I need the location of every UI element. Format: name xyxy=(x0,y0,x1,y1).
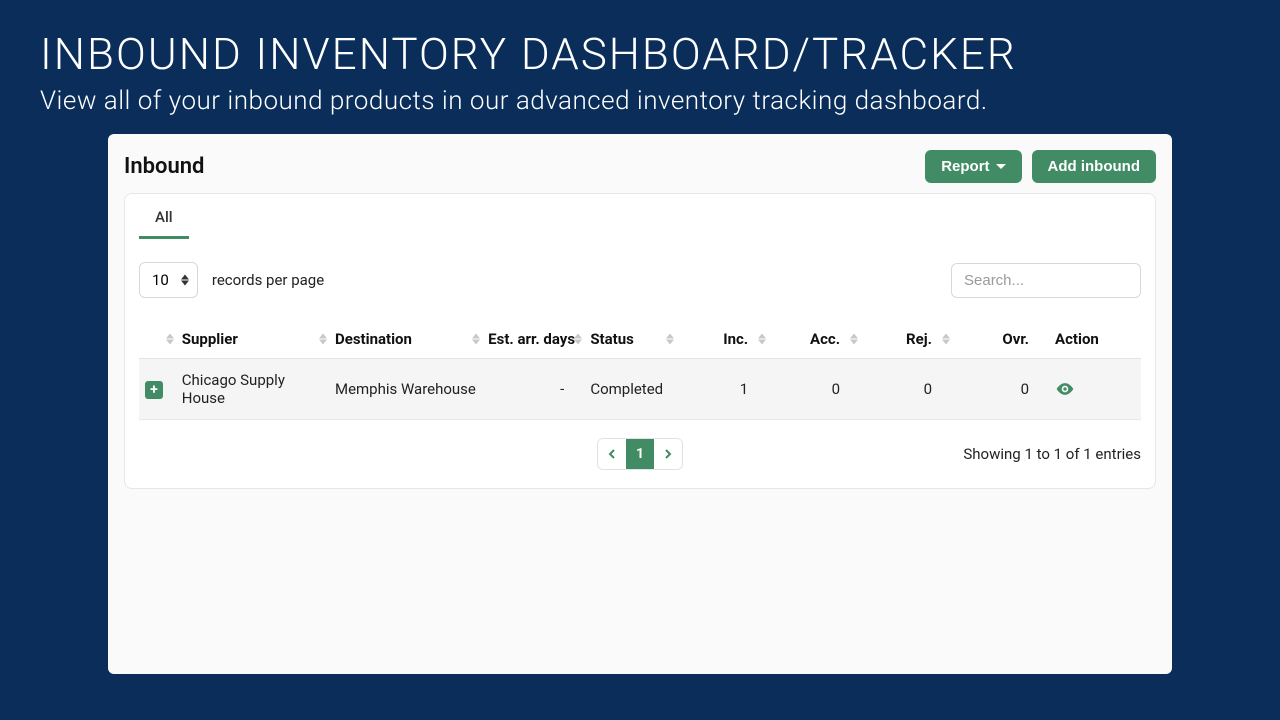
table-header-row: Supplier Destination Est. arr. days Stat… xyxy=(139,320,1141,359)
cell-est: - xyxy=(482,359,584,420)
records-select[interactable]: 10 xyxy=(139,262,198,298)
content-card: All 10 records per page xyxy=(124,193,1156,489)
pager: 1 xyxy=(597,438,683,470)
sort-icon xyxy=(850,334,858,345)
add-inbound-button[interactable]: Add inbound xyxy=(1032,150,1156,183)
report-button[interactable]: Report xyxy=(925,150,1021,183)
panel-title: Inbound xyxy=(124,154,204,179)
col-supplier[interactable]: Supplier xyxy=(176,320,329,359)
col-destination[interactable]: Destination xyxy=(329,320,482,359)
view-action-button[interactable] xyxy=(1055,379,1075,399)
chevron-right-icon xyxy=(664,449,672,459)
dashboard-panel: Inbound Report Add inbound All 10 xyxy=(108,134,1172,674)
table-footer: 1 Showing 1 to 1 of 1 entries xyxy=(139,438,1141,470)
cell-destination: Memphis Warehouse xyxy=(329,359,482,420)
add-inbound-label: Add inbound xyxy=(1048,158,1140,175)
cell-action xyxy=(1049,359,1141,420)
col-acc[interactable]: Acc. xyxy=(768,320,860,359)
sort-icon xyxy=(942,334,950,345)
cell-acc: 0 xyxy=(768,359,860,420)
cell-inc: 1 xyxy=(676,359,768,420)
hero: INBOUND INVENTORY DASHBOARD/TRACKER View… xyxy=(0,0,1280,134)
report-button-label: Report xyxy=(941,158,989,175)
sort-icon xyxy=(166,334,174,345)
hero-title: INBOUND INVENTORY DASHBOARD/TRACKER xyxy=(40,28,1240,80)
header-actions: Report Add inbound xyxy=(925,150,1156,183)
cell-ovr: 0 xyxy=(952,359,1049,420)
col-ovr[interactable]: Ovr. xyxy=(952,320,1049,359)
sort-icon xyxy=(758,334,766,345)
chevron-down-icon xyxy=(996,164,1006,169)
eye-icon xyxy=(1055,379,1075,399)
pager-next-button[interactable] xyxy=(654,439,682,469)
hero-subtitle: View all of your inbound products in our… xyxy=(40,86,1240,116)
sort-icon xyxy=(319,334,327,345)
pager-prev-button[interactable] xyxy=(598,439,626,469)
sort-icon xyxy=(574,334,582,345)
col-est[interactable]: Est. arr. days xyxy=(482,320,584,359)
table-row: + Chicago Supply House Memphis Warehouse… xyxy=(139,359,1141,420)
pager-page-1[interactable]: 1 xyxy=(626,439,654,469)
panel-header: Inbound Report Add inbound xyxy=(124,146,1156,193)
expand-row-button[interactable]: + xyxy=(145,381,163,399)
table-controls: 10 records per page xyxy=(139,262,1141,298)
tab-all[interactable]: All xyxy=(139,194,189,239)
cell-status: Completed xyxy=(584,359,676,420)
tabs: All xyxy=(139,194,1141,240)
cell-rej: 0 xyxy=(860,359,952,420)
col-rej[interactable]: Rej. xyxy=(860,320,952,359)
inbound-table: Supplier Destination Est. arr. days Stat… xyxy=(139,320,1141,420)
chevron-left-icon xyxy=(608,449,616,459)
updown-icon xyxy=(181,275,189,286)
records-value: 10 xyxy=(152,271,169,289)
col-inc[interactable]: Inc. xyxy=(676,320,768,359)
records-control: 10 records per page xyxy=(139,262,324,298)
col-status[interactable]: Status xyxy=(584,320,676,359)
sort-icon xyxy=(472,334,480,345)
entries-info: Showing 1 to 1 of 1 entries xyxy=(963,445,1141,463)
search-input[interactable] xyxy=(951,263,1141,298)
cell-supplier: Chicago Supply House xyxy=(176,359,329,420)
records-label: records per page xyxy=(212,271,324,289)
col-action: Action xyxy=(1049,320,1141,359)
sort-icon xyxy=(666,334,674,345)
